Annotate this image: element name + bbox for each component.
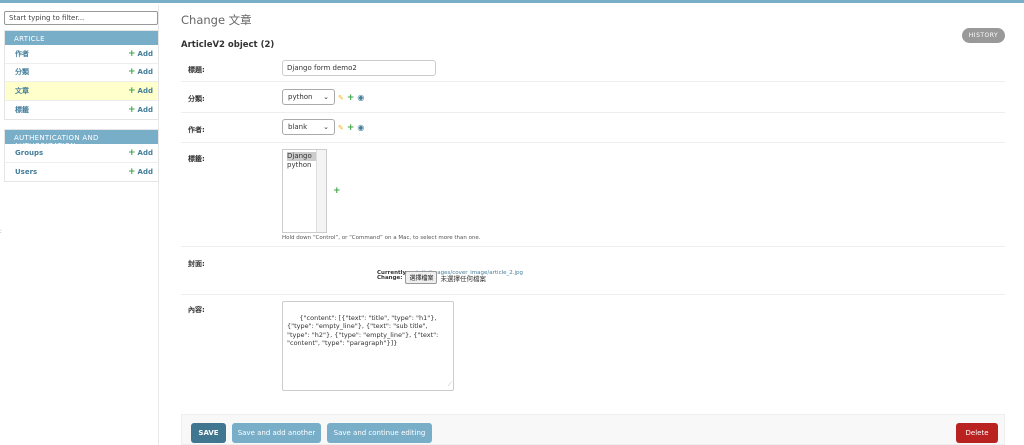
category-select[interactable]: python ⌄ [282, 89, 335, 105]
sidebar-item-tag: 標籤 + Add [5, 101, 158, 120]
no-file-text: 未選擇任何檔案 [440, 274, 486, 283]
top-accent-line [0, 0, 1024, 3]
cover-change: Change: 選擇檔案 未選擇任何檔案 [377, 271, 486, 284]
category-related-actions: ✎ + ◉ [338, 93, 364, 102]
save-and-add-another-button[interactable]: Save and add another [232, 423, 321, 443]
model-link-author[interactable]: 作者 [15, 49, 29, 59]
object-title: ArticleV2 object (2) [181, 40, 275, 50]
submit-row: SAVE Save and add another Save and conti… [181, 414, 1005, 445]
save-button[interactable]: SAVE [191, 423, 226, 443]
sidebar-item-article: 文章 + Add [5, 82, 158, 101]
title-label: 標題: [188, 66, 205, 74]
title-input[interactable] [282, 60, 436, 76]
form-row-cover: 封面: Currently: static/images/cover_image… [181, 247, 1005, 295]
add-user-link[interactable]: + Add [128, 166, 153, 177]
add-author-link[interactable]: + Add [128, 48, 153, 59]
author-label: 作者: [188, 126, 205, 134]
model-link-article[interactable]: 文章 [15, 86, 29, 96]
content-textarea[interactable]: {"content": [{"text": "title", "type": "… [282, 301, 454, 391]
form-row-content: 內容: {"content": [{"text": "title", "type… [181, 295, 1005, 402]
plus-icon: + [128, 48, 136, 59]
add-label: Add [137, 68, 153, 77]
save-and-continue-button[interactable]: Save and continue editing [327, 423, 432, 443]
edge-glyph: ː [0, 228, 3, 235]
category-selected: python [288, 93, 313, 101]
plus-icon: + [128, 67, 136, 78]
add-tag-plus-icon[interactable]: + [333, 187, 341, 196]
add-label: Add [137, 148, 153, 157]
add-label: Add [137, 49, 153, 58]
app-caption-article[interactable]: Article [5, 31, 158, 45]
author-related-actions: ✎ + ◉ [338, 123, 364, 132]
nav-sidebar: Article 作者 +Add 分類 +Add 文章 +Add 標籤 +Add … [4, 5, 159, 445]
page-title: Change 文章 [181, 13, 252, 27]
sidebar-filter-input[interactable] [4, 11, 158, 25]
plus-icon[interactable]: + [347, 93, 355, 102]
author-selected: blank [288, 123, 308, 131]
pencil-icon[interactable]: ✎ [338, 94, 344, 102]
choose-file-button[interactable]: 選擇檔案 [405, 271, 438, 284]
scrollbar[interactable] [316, 150, 326, 232]
author-select[interactable]: blank ⌄ [282, 119, 335, 135]
plus-icon[interactable]: + [347, 123, 355, 132]
content-value: {"content": [{"text": "title", "type": "… [287, 313, 441, 348]
add-tag-link[interactable]: + Add [128, 104, 153, 115]
form-row-author: 作者: blank ⌄ ✎ + ◉ [181, 113, 1005, 143]
pencil-icon[interactable]: ✎ [338, 124, 344, 132]
content-label: 內容: [188, 306, 205, 314]
sidebar-item-users: Users + Add [5, 163, 158, 182]
tags-help-text: Hold down “Control”, or “Command” on a M… [282, 235, 481, 241]
form-row-category: 分類: python ⌄ ✎ + ◉ [181, 82, 1005, 113]
eye-icon[interactable]: ◉ [357, 123, 364, 132]
model-link-groups[interactable]: Groups [15, 149, 43, 157]
add-label: Add [137, 167, 153, 176]
resize-handle-icon[interactable]: ⟋ [448, 381, 452, 390]
plus-icon: + [128, 147, 136, 158]
plus-icon: + [128, 104, 136, 115]
tags-multiselect[interactable]: Django python [282, 149, 327, 233]
category-label: 分類: [188, 95, 205, 103]
eye-icon[interactable]: ◉ [357, 93, 364, 102]
form-row-title: 標題: [181, 54, 1005, 82]
chevron-down-icon: ⌄ [323, 93, 329, 101]
add-article-link[interactable]: + Add [128, 85, 153, 96]
plus-icon: + [128, 166, 136, 177]
add-label: Add [137, 86, 153, 95]
app-caption-auth[interactable]: Authentication and Authorization [5, 130, 158, 150]
delete-button[interactable]: Delete [956, 423, 998, 443]
app-module-article: Article 作者 + Add 分類 + Add 文章 + Add 標籤 + Add [4, 30, 159, 120]
model-link-category[interactable]: 分類 [15, 67, 29, 77]
model-link-tag[interactable]: 標籤 [15, 105, 29, 115]
tags-label: 標籤: [188, 155, 205, 163]
app-module-auth: Authentication and Authorization Groups … [4, 129, 159, 182]
plus-icon: + [128, 85, 136, 96]
sidebar-item-category: 分類 + Add [5, 64, 158, 82]
add-category-link[interactable]: + Add [128, 67, 153, 78]
add-group-link[interactable]: + Add [128, 147, 153, 158]
cover-label: 封面: [188, 260, 205, 268]
change-label: Change: [377, 274, 403, 281]
chevron-down-icon: ⌄ [323, 123, 329, 131]
form-row-tags: 標籤: Django python + Hold down “Control”,… [181, 143, 1005, 247]
add-label: Add [137, 105, 153, 114]
sidebar-item-author: 作者 + Add [5, 45, 158, 64]
model-link-users[interactable]: Users [15, 168, 37, 176]
history-button[interactable]: HISTORY [962, 28, 1005, 43]
